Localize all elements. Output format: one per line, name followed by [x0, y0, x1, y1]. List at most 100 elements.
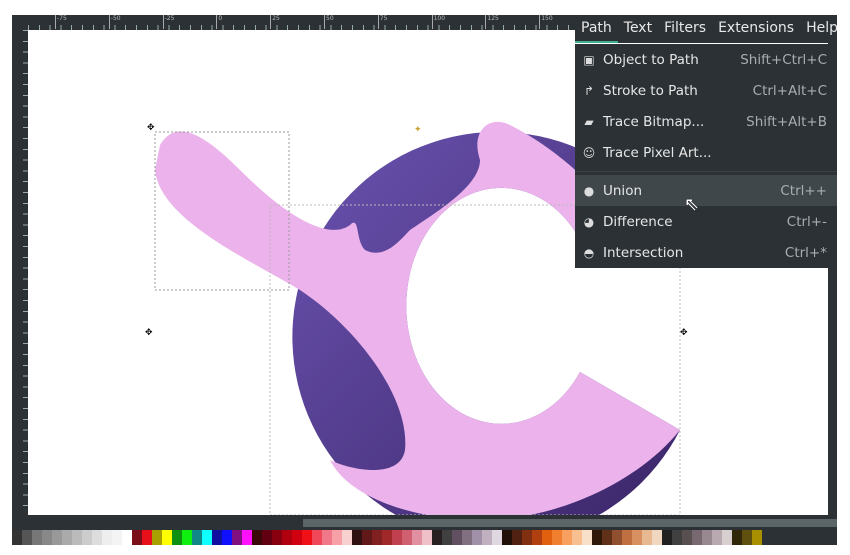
palette-swatch[interactable]	[312, 530, 322, 545]
palette-swatch[interactable]	[722, 530, 732, 545]
palette-swatch[interactable]	[182, 530, 192, 545]
palette-swatch[interactable]	[412, 530, 422, 545]
ruler-label: 0	[216, 15, 222, 29]
palette-swatch[interactable]	[192, 530, 202, 545]
menu-path[interactable]: Path	[575, 15, 618, 43]
palette-swatch[interactable]	[432, 530, 442, 545]
palette-swatch[interactable]	[552, 530, 562, 545]
palette-swatch[interactable]	[92, 530, 102, 545]
menubar: Path Text Filters Extensions Help	[575, 15, 838, 43]
palette-swatch[interactable]	[582, 530, 592, 545]
menu-help[interactable]: Help	[800, 15, 844, 43]
palette-swatch[interactable]	[102, 530, 112, 545]
palette-swatch[interactable]	[22, 530, 32, 545]
palette-swatch[interactable]	[732, 530, 742, 545]
palette-swatch[interactable]	[32, 530, 42, 545]
palette-swatch[interactable]	[242, 530, 252, 545]
palette-swatch[interactable]	[132, 530, 142, 545]
palette-swatch[interactable]	[142, 530, 152, 545]
palette-swatch[interactable]	[272, 530, 282, 545]
palette-swatch[interactable]	[642, 530, 652, 545]
menu-item-shortcut: Shift+Ctrl+C	[740, 51, 827, 68]
palette-swatch[interactable]	[172, 530, 182, 545]
palette-swatch[interactable]	[422, 530, 432, 545]
menu-item-intersection[interactable]: ◓ Intersection Ctrl+*	[575, 237, 837, 268]
menu-extensions[interactable]: Extensions	[712, 15, 800, 43]
menu-filters[interactable]: Filters	[658, 15, 712, 43]
palette-swatch[interactable]	[252, 530, 262, 545]
palette-swatch[interactable]	[662, 530, 672, 545]
palette-swatch[interactable]	[672, 530, 682, 545]
palette-swatch[interactable]	[562, 530, 572, 545]
palette-swatch[interactable]	[322, 530, 332, 545]
palette-swatch[interactable]	[122, 530, 132, 545]
palette-swatch[interactable]	[652, 530, 662, 545]
palette-swatch[interactable]	[152, 530, 162, 545]
palette-swatch[interactable]	[222, 530, 232, 545]
horizontal-scrollbar[interactable]	[303, 519, 837, 527]
palette-swatch[interactable]	[372, 530, 382, 545]
palette-swatch[interactable]	[162, 530, 172, 545]
palette-swatch[interactable]	[62, 530, 72, 545]
intersection-icon: ◓	[583, 245, 595, 260]
palette-swatch[interactable]	[392, 530, 402, 545]
palette-swatch[interactable]	[612, 530, 622, 545]
palette-swatch[interactable]	[362, 530, 372, 545]
palette-swatch[interactable]	[52, 530, 62, 545]
ruler-label: 100	[431, 15, 445, 29]
palette-swatch[interactable]	[382, 530, 392, 545]
palette-swatch[interactable]	[112, 530, 122, 545]
palette-swatch[interactable]	[492, 530, 502, 545]
palette-swatch[interactable]	[712, 530, 722, 545]
vertical-ruler[interactable]	[12, 30, 28, 515]
menu-item-difference[interactable]: ◕ Difference Ctrl+-	[575, 206, 837, 237]
palette-swatch[interactable]	[512, 530, 522, 545]
palette-swatch[interactable]	[462, 530, 472, 545]
palette-swatch[interactable]	[72, 530, 82, 545]
palette-swatch[interactable]	[302, 530, 312, 545]
palette-swatch[interactable]	[332, 530, 342, 545]
palette-swatch[interactable]	[532, 530, 542, 545]
palette-swatch[interactable]	[342, 530, 352, 545]
menu-item-shortcut: Ctrl++	[780, 182, 827, 199]
palette-swatch[interactable]	[622, 530, 632, 545]
menu-item-union[interactable]: ● Union Ctrl++	[575, 175, 837, 206]
palette-swatch[interactable]	[632, 530, 642, 545]
palette-swatch[interactable]	[482, 530, 492, 545]
palette-swatch[interactable]	[502, 530, 512, 545]
palette-swatch[interactable]	[452, 530, 462, 545]
menu-item-object-to-path[interactable]: ▣ Object to Path Shift+Ctrl+C	[575, 44, 837, 75]
palette-swatch[interactable]	[402, 530, 412, 545]
palette-swatch[interactable]	[472, 530, 482, 545]
menu-text[interactable]: Text	[618, 15, 658, 43]
palette-swatch[interactable]	[82, 530, 92, 545]
palette-swatch[interactable]	[12, 530, 22, 545]
rotation-center: ✦	[414, 125, 422, 135]
palette-swatch[interactable]	[282, 530, 292, 545]
menu-separator	[575, 171, 837, 172]
palette-swatch[interactable]	[692, 530, 702, 545]
palette-swatch[interactable]	[442, 530, 452, 545]
palette-swatch[interactable]	[742, 530, 752, 545]
palette-swatch[interactable]	[542, 530, 552, 545]
palette-swatch[interactable]	[42, 530, 52, 545]
palette-swatch[interactable]	[522, 530, 532, 545]
menu-item-trace-bitmap[interactable]: ▰ Trace Bitmap... Shift+Alt+B	[575, 106, 837, 137]
palette-swatch[interactable]	[212, 530, 222, 545]
palette-swatch[interactable]	[292, 530, 302, 545]
palette-swatch[interactable]	[702, 530, 712, 545]
palette-swatch[interactable]	[572, 530, 582, 545]
palette-swatch[interactable]	[352, 530, 362, 545]
trace-pixel-art-icon: ☺	[582, 145, 596, 160]
menu-item-trace-pixel-art[interactable]: ☺ Trace Pixel Art...	[575, 137, 837, 168]
menu-item-stroke-to-path[interactable]: ↱ Stroke to Path Ctrl+Alt+C	[575, 75, 837, 106]
palette-swatch[interactable]	[202, 530, 212, 545]
palette-swatch[interactable]	[752, 530, 762, 545]
palette-swatch[interactable]	[602, 530, 612, 545]
rotate-handle: ✥	[680, 328, 688, 338]
palette-swatch[interactable]	[262, 530, 272, 545]
palette-swatch[interactable]	[592, 530, 602, 545]
palette-swatch[interactable]	[232, 530, 242, 545]
color-palette[interactable]	[12, 530, 762, 545]
palette-swatch[interactable]	[682, 530, 692, 545]
